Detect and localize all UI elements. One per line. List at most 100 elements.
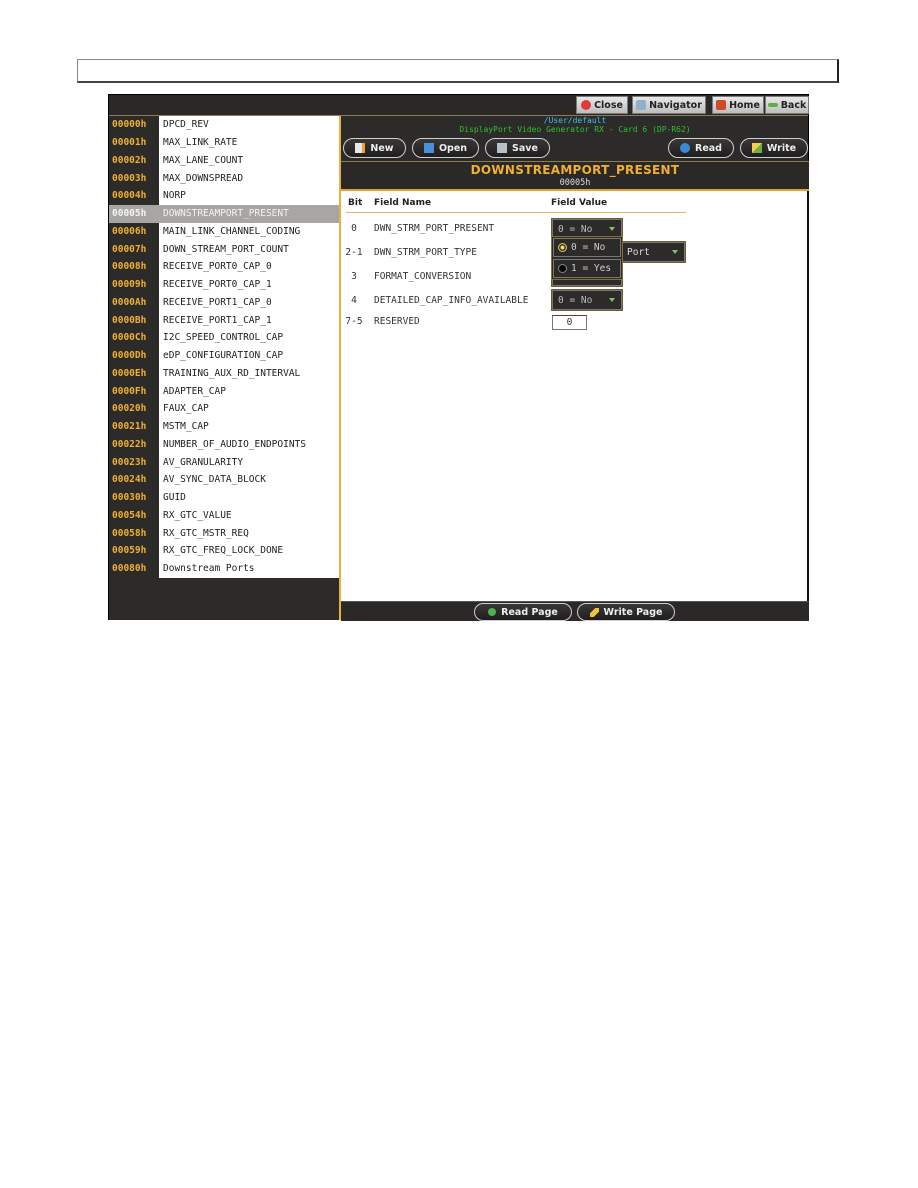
register-title: DOWNSTREAMPORT_PRESENT (470, 163, 680, 177)
sidebar-item[interactable]: 00030h GUID (109, 488, 339, 507)
radio-unselected-icon (558, 264, 567, 273)
sidebar-item[interactable]: 00020h FAUX_CAP (109, 400, 339, 418)
register-address: 00000h (109, 116, 159, 134)
register-name: RX_GTC_MSTR_REQ (159, 524, 339, 542)
register-address: 00008h (109, 258, 159, 276)
field-bit: 0 (351, 223, 357, 234)
register-name: AV_GRANULARITY (159, 453, 339, 471)
field-bit: 7-5 (345, 316, 363, 327)
sidebar-item[interactable]: 00004h NORP (109, 187, 339, 205)
sidebar-item[interactable]: 0000Ah RECEIVE_PORT1_CAP_0 (109, 293, 339, 312)
register-name: MAX_LANE_COUNT (159, 151, 339, 170)
register-name: NUMBER_OF_AUDIO_ENDPOINTS (159, 435, 339, 454)
register-address: 0000Bh (109, 311, 159, 329)
sidebar-item[interactable]: 00008h RECEIVE_PORT0_CAP_0 (109, 258, 339, 276)
register-address: 00009h (109, 275, 159, 294)
toolbar: New Open Save Read Write (341, 136, 809, 160)
register-address: 00059h (109, 542, 159, 560)
sidebar-item[interactable]: 0000Bh RECEIVE_PORT1_CAP_1 (109, 311, 339, 329)
register-address: 00020h (109, 400, 159, 418)
select-value: 0 = No (558, 223, 593, 235)
register-address: 00002h (109, 151, 159, 170)
document-header-box (77, 59, 839, 83)
select-value: 0 = No (558, 294, 593, 306)
close-button[interactable]: Close (576, 96, 628, 114)
sidebar-item[interactable]: 0000Eh TRAINING_AUX_RD_INTERVAL (109, 364, 339, 383)
sidebar-item[interactable]: 00006h MAIN_LINK_CHANNEL_CODING (109, 222, 339, 241)
sidebar-item[interactable]: 00003h MAX_DOWNSPREAD (109, 169, 339, 187)
sidebar-item[interactable]: 00023h AV_GRANULARITY (109, 453, 339, 471)
sidebar-item[interactable]: 00002h MAX_LANE_COUNT (109, 151, 339, 170)
sidebar-item[interactable]: 0000Fh ADAPTER_CAP (109, 382, 339, 400)
sidebar-item[interactable]: 00080h Downstream Ports (109, 559, 339, 578)
new-button[interactable]: New (343, 138, 406, 158)
register-name: RECEIVE_PORT1_CAP_0 (159, 293, 339, 312)
register-name: FAUX_CAP (159, 400, 339, 418)
open-button[interactable]: Open (412, 138, 479, 158)
sidebar-item[interactable]: 0000Dh eDP_CONFIGURATION_CAP (109, 346, 339, 365)
field-name-column-header: Field Name (374, 198, 432, 208)
field-bit: 2-1 (345, 247, 363, 258)
sidebar-item[interactable]: 00007h DOWN_STREAM_PORT_COUNT (109, 240, 339, 258)
register-list-sidebar: 00000h DPCD_REV 00001h MAX_LINK_RATE 00002h M… (109, 116, 339, 620)
field-name: FORMAT_CONVERSION (374, 271, 472, 282)
radio-selected-icon (558, 243, 567, 252)
sidebar-item[interactable]: 0000Ch I2C_SPEED_CONTROL_CAP (109, 329, 339, 347)
register-address: 0000Fh (109, 382, 159, 400)
close-label: Close (594, 99, 623, 111)
register-address: 0000Ah (109, 293, 159, 312)
register-address: 00058h (109, 524, 159, 542)
select-value: Port (627, 246, 650, 258)
field-bit: 3 (351, 271, 357, 282)
register-name: I2C_SPEED_CONTROL_CAP (159, 329, 339, 347)
sidebar-item[interactable]: 00001h MAX_LINK_RATE (109, 133, 339, 152)
pencil-icon (589, 607, 599, 617)
register-address: 00001h (109, 133, 159, 152)
sidebar-item[interactable]: 00059h RX_GTC_FREQ_LOCK_DONE (109, 542, 339, 560)
register-address: 00023h (109, 453, 159, 471)
navigator-label: Navigator (649, 99, 702, 111)
back-button[interactable]: Back (765, 96, 809, 114)
field-row: 7-5 RESERVED (341, 312, 681, 332)
save-button[interactable]: Save (485, 138, 550, 158)
register-address: 00007h (109, 240, 159, 258)
option-label: 1 = Yes (571, 263, 612, 274)
home-button[interactable]: Home (712, 96, 764, 114)
register-name: MSTM_CAP (159, 417, 339, 436)
register-name: AV_SYNC_DATA_BLOCK (159, 471, 339, 489)
back-arrow-icon (767, 103, 778, 107)
sidebar-item[interactable]: 00000h DPCD_REV (109, 116, 339, 134)
main-panel: /User/default DisplayPort Video Generato… (341, 116, 809, 621)
chevron-down-icon (609, 227, 615, 231)
register-address: 00024h (109, 471, 159, 489)
field-bit: 4 (351, 295, 357, 306)
detailed-cap-info-select[interactable]: 0 = No (551, 289, 623, 311)
register-address: 00006h (109, 222, 159, 241)
dropdown-menu: 0 = No 1 = Yes (551, 236, 623, 280)
sidebar-item[interactable]: 00054h RX_GTC_VALUE (109, 506, 339, 525)
register-name: NORP (159, 187, 339, 205)
register-name: RX_GTC_VALUE (159, 506, 339, 525)
register-header: DOWNSTREAMPORT_PRESENT 00005h (341, 161, 809, 191)
reserved-value-input[interactable]: 0 (552, 315, 587, 330)
app-window: Close Navigator Home Back 00000h DPCD_REV… (108, 94, 809, 621)
read-button[interactable]: Read (668, 138, 734, 158)
navigator-button[interactable]: Navigator (632, 96, 706, 114)
field-name: DETAILED_CAP_INFO_AVAILABLE (374, 295, 529, 306)
write-page-label: Write Page (603, 606, 663, 618)
field-row: 0 DWN_STRM_PORT_PRESENT (341, 219, 681, 239)
dropdown-option-yes[interactable]: 1 = Yes (553, 259, 621, 278)
sidebar-item[interactable]: 00024h AV_SYNC_DATA_BLOCK (109, 471, 339, 489)
sidebar-item[interactable]: 00021h MSTM_CAP (109, 417, 339, 436)
navigator-icon (636, 100, 647, 110)
dropdown-option-no[interactable]: 0 = No (553, 238, 621, 257)
read-page-button[interactable]: Read Page (474, 603, 572, 621)
register-name: DOWNSTREAMPORT_PRESENT (159, 204, 339, 223)
write-page-button[interactable]: Write Page (577, 603, 675, 621)
sidebar-item[interactable]: 00009h RECEIVE_PORT0_CAP_1 (109, 275, 339, 294)
sidebar-item[interactable]: 00058h RX_GTC_MSTR_REQ (109, 524, 339, 542)
read-page-label: Read Page (501, 606, 558, 618)
sidebar-item[interactable]: 00005h DOWNSTREAMPORT_PRESENT (109, 204, 339, 223)
sidebar-item[interactable]: 00022h NUMBER_OF_AUDIO_ENDPOINTS (109, 435, 339, 454)
write-button[interactable]: Write (740, 138, 808, 158)
